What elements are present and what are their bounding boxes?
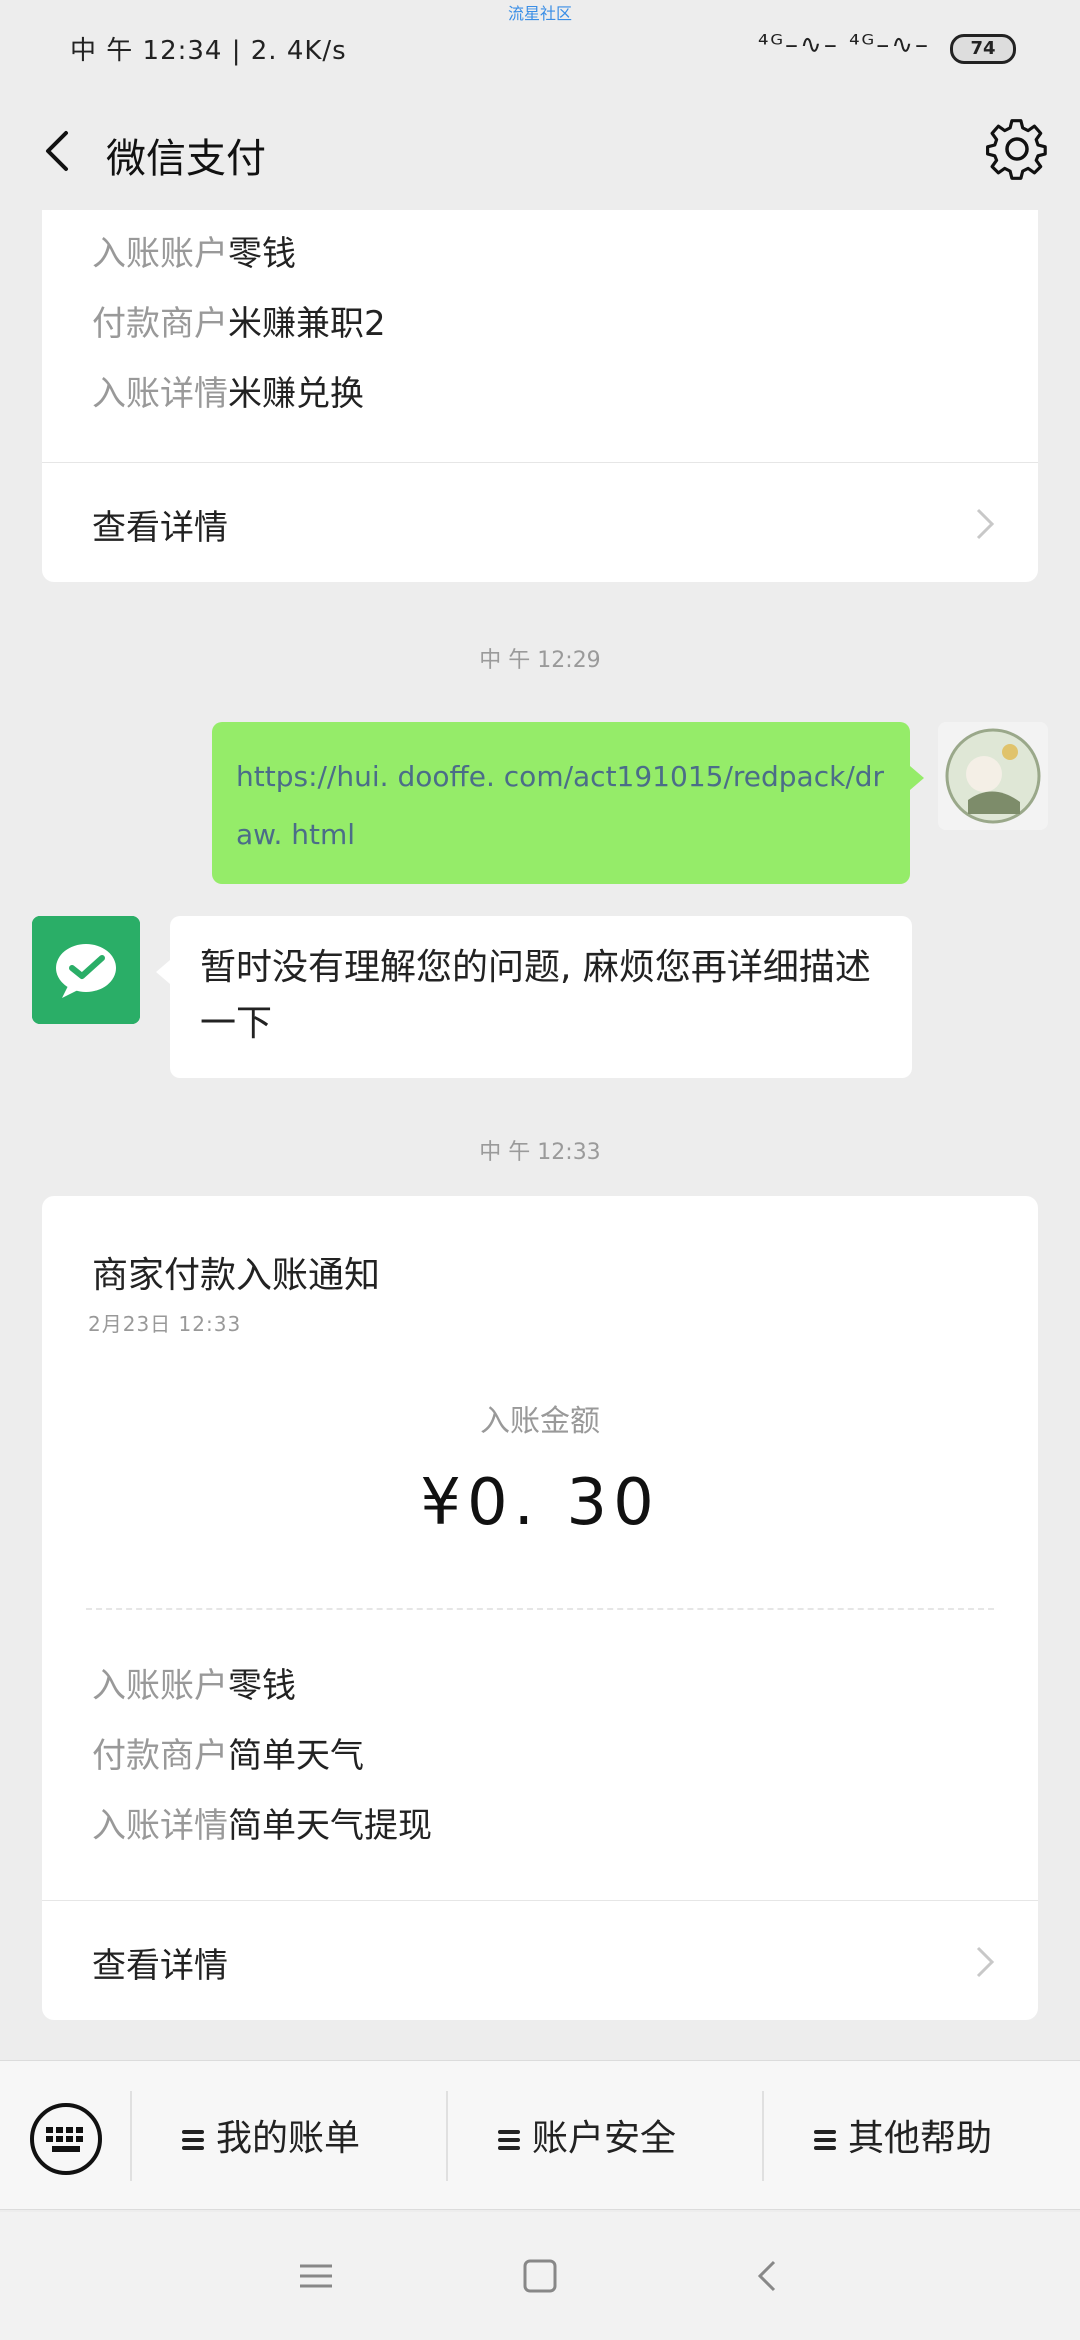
info-value: 米赚兑换 — [228, 374, 364, 414]
info-key: 入账账户 — [92, 234, 228, 274]
amount-label: 入账金额 — [480, 1404, 600, 1439]
notice-date: 2月23日 12:33 — [88, 1312, 242, 1336]
page-title: 微信支付 — [106, 136, 266, 182]
menu-separator — [130, 2091, 132, 2181]
info-row: 入账详情简单天气提现 — [92, 1798, 432, 1847]
info-key: 付款商户 — [92, 304, 228, 344]
user-message-bubble[interactable]: https://hui. dooffe. com/act191015/redpa… — [212, 722, 924, 884]
menu-icon[interactable] — [296, 2256, 336, 2296]
info-key: 入账详情 — [92, 1806, 228, 1846]
dashed-divider — [86, 1608, 994, 1610]
info-key: 入账账户 — [92, 1666, 228, 1706]
bot-message-bubble[interactable]: 暂时没有理解您的问题, 麻烦您再详细描述一下 — [156, 916, 912, 1078]
menu-list-icon — [814, 2126, 836, 2154]
info-value: 简单天气 — [228, 1736, 364, 1776]
info-row: 付款商户简单天气 — [92, 1728, 364, 1777]
menu-separator — [762, 2091, 764, 2181]
wechat-pay-logo-icon — [32, 916, 140, 1024]
info-value: 简单天气提现 — [228, 1806, 432, 1846]
view-details-link[interactable]: 查看详情 — [92, 1938, 228, 1987]
menu-item-account-security[interactable]: 账户安全 — [498, 2111, 676, 2167]
status-bar: 流星社区 中 午 12:34 | 2. 4K/s ⁴ᴳ–∿– ⁴ᴳ–∿– 74 — [0, 0, 1080, 96]
info-key: 付款商户 — [92, 1736, 228, 1776]
keyboard-icon[interactable] — [28, 2101, 104, 2177]
navigation-bar: 微信支付 — [0, 96, 1080, 210]
payment-notice-card[interactable]: 商家付款入账通知 2月23日 12:33 入账金额 ¥0. 30 入账账户零钱 … — [42, 1196, 1038, 2020]
payment-card-previous: 入账账户零钱 付款商户米赚兼职2 入账详情米赚兑换 查看详情 — [42, 210, 1038, 582]
menu-list-icon — [182, 2126, 204, 2154]
service-menu-bar: 我的账单 账户安全 其他帮助 — [0, 2060, 1080, 2210]
divider — [42, 462, 1038, 463]
menu-item-label: 其他帮助 — [848, 2118, 993, 2159]
info-value: 零钱 — [228, 234, 296, 274]
menu-item-label: 我的账单 — [216, 2118, 361, 2159]
amount-value: ¥0. 30 — [420, 1466, 660, 1540]
back-arrow-icon[interactable] — [30, 121, 90, 181]
divider — [42, 1900, 1038, 1901]
chat-timestamp: 中 午 12:29 — [479, 648, 601, 673]
info-row: 入账账户零钱 — [92, 226, 296, 275]
home-icon[interactable] — [520, 2256, 560, 2296]
menu-list-icon — [498, 2126, 520, 2154]
avatar[interactable] — [938, 722, 1048, 830]
info-row: 付款商户米赚兼职2 — [92, 296, 386, 345]
menu-item-other-help[interactable]: 其他帮助 — [814, 2111, 992, 2167]
info-value: 零钱 — [228, 1666, 296, 1706]
signal-indicators: ⁴ᴳ–∿– ⁴ᴳ–∿– — [757, 30, 930, 60]
menu-item-label: 账户安全 — [532, 2118, 677, 2159]
carrier-label: 流星社区 — [507, 4, 572, 23]
back-icon[interactable] — [748, 2256, 788, 2296]
wechat-pay-avatar[interactable] — [32, 916, 140, 1024]
info-key: 入账详情 — [92, 374, 228, 414]
chevron-right-icon — [976, 508, 995, 540]
status-time: 中 午 12:34 | 2. 4K/s — [70, 36, 347, 66]
battery-indicator: 74 — [950, 34, 1016, 64]
menu-item-my-bills[interactable]: 我的账单 — [182, 2111, 360, 2167]
info-row: 入账账户零钱 — [92, 1658, 296, 1707]
menu-separator — [446, 2091, 448, 2181]
view-details-link[interactable]: 查看详情 — [92, 500, 228, 549]
user-avatar-icon — [938, 722, 1048, 830]
notice-title: 商家付款入账通知 — [92, 1255, 381, 1296]
gear-icon[interactable] — [984, 118, 1050, 184]
info-value: 米赚兼职2 — [228, 304, 386, 344]
system-navigation-bar — [0, 2212, 1080, 2340]
chevron-right-icon — [976, 1946, 995, 1978]
chat-timestamp: 中 午 12:33 — [479, 1140, 601, 1165]
info-row: 入账详情米赚兑换 — [92, 366, 364, 415]
